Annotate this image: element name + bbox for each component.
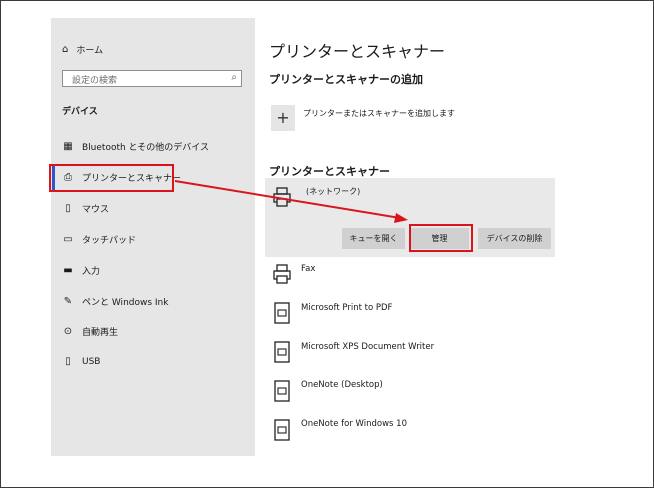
annotation-highlight-manage (409, 224, 473, 252)
document-printer-icon (274, 380, 290, 402)
sidebar-item-usb[interactable]: ▯ USB (62, 356, 100, 367)
printer-item-onenote-desktop[interactable]: OneNote (Desktop) (301, 380, 383, 390)
printer-list-heading: プリンターとスキャナー (269, 165, 390, 178)
document-printer-icon (274, 302, 290, 324)
sidebar-item-label: USB (82, 356, 101, 367)
sidebar-section-title: デバイス (62, 107, 98, 117)
sidebar-item-label: 自動再生 (82, 328, 119, 338)
search-icon: ⌕ (231, 72, 237, 83)
sidebar-item-label: タッチパッド (82, 236, 137, 246)
nav-home[interactable]: ⌂ ホーム (62, 43, 103, 56)
printer-item-fax[interactable]: Fax (301, 264, 315, 274)
printer-icon (273, 187, 291, 207)
add-printer-button[interactable]: + (271, 105, 295, 131)
bluetooth-devices-icon: ▦ (63, 141, 73, 152)
sidebar-item-label: 入力 (82, 267, 101, 277)
fax-icon (273, 264, 291, 284)
usb-icon: ▯ (65, 356, 71, 367)
document-printer-icon (274, 341, 290, 363)
autoplay-icon: ⊙ (63, 326, 73, 337)
add-heading: プリンターとスキャナーの追加 (269, 73, 423, 86)
printer-item-xps[interactable]: Microsoft XPS Document Writer (301, 342, 434, 352)
home-icon: ⌂ (62, 44, 69, 55)
printer-item-onenote-win10[interactable]: OneNote for Windows 10 (301, 419, 407, 429)
search-placeholder: 設定の検索 (72, 76, 118, 86)
sidebar-item-touchpad[interactable]: ▭ タッチパッド (62, 233, 136, 246)
touchpad-icon: ▭ (63, 234, 73, 245)
printer-item-pdf[interactable]: Microsoft Print to PDF (301, 303, 392, 313)
sidebar-item-label: マウス (82, 205, 110, 215)
sidebar-item-label: ペンと Windows Ink (82, 298, 169, 308)
nav-home-label: ホーム (76, 46, 104, 56)
sidebar-item-input[interactable]: ▬ 入力 (62, 264, 100, 277)
open-queue-button[interactable]: キューを開く (342, 228, 405, 249)
sidebar-item-mouse[interactable]: ▯ マウス (62, 202, 109, 215)
annotation-highlight-printers (49, 164, 174, 192)
pen-icon: ✎ (63, 296, 73, 307)
sidebar-item-label: Bluetooth とその他のデバイス (82, 143, 210, 153)
document-printer-icon (274, 419, 290, 441)
page-title: プリンターとスキャナー (269, 42, 446, 61)
selected-printer-name: (ネットワーク) (306, 187, 361, 196)
search-input[interactable]: 設定の検索 ⌕ (62, 70, 242, 87)
mouse-icon: ▯ (65, 203, 71, 214)
sidebar-item-autoplay[interactable]: ⊙ 自動再生 (62, 325, 118, 338)
sidebar-item-pen[interactable]: ✎ ペンと Windows Ink (62, 295, 169, 308)
sidebar-item-bluetooth[interactable]: ▦ Bluetooth とその他のデバイス (62, 140, 209, 153)
add-printer-label[interactable]: プリンターまたはスキャナーを追加します (303, 108, 455, 119)
remove-device-button[interactable]: デバイスの削除 (478, 228, 551, 249)
keyboard-icon: ▬ (63, 265, 73, 276)
